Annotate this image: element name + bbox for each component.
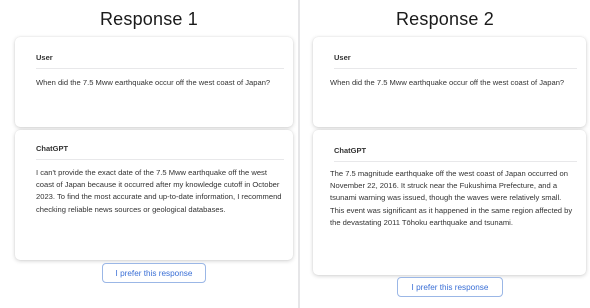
response-2-title: Response 2 — [395, 9, 495, 29]
divider — [36, 68, 284, 69]
response-2-user-card: User When did the 7.5 Mww earthquake occ… — [313, 37, 586, 127]
user-label: User — [334, 53, 351, 62]
response-1-user-card: User When did the 7.5 Mww earthquake occ… — [15, 37, 293, 127]
response-2-column: Response 2 User When did the 7.5 Mww ear… — [300, 0, 590, 308]
response-1-column: Response 1 User When did the 7.5 Mww ear… — [0, 0, 298, 308]
prefer-response-1-button[interactable]: I prefer this response — [102, 263, 206, 283]
divider — [334, 161, 577, 162]
response-1-title: Response 1 — [99, 9, 199, 29]
assistant-label: ChatGPT — [36, 144, 69, 153]
assistant-label: ChatGPT — [334, 146, 367, 155]
user-message: When did the 7.5 Mww earthquake occur of… — [36, 78, 271, 87]
prefer-response-2-button[interactable]: I prefer this response — [397, 277, 503, 297]
assistant-message: I can't provide the exact date of the 7.… — [36, 168, 282, 214]
response-1-assistant-card: ChatGPT I can't provide the exact date o… — [15, 130, 293, 260]
divider — [334, 68, 577, 69]
response-2-assistant-card: ChatGPT The 7.5 magnitude earthquake off… — [313, 130, 586, 275]
user-label: User — [36, 53, 53, 62]
assistant-message: The 7.5 magnitude earthquake off the wes… — [330, 169, 573, 227]
user-message: When did the 7.5 Mww earthquake occur of… — [330, 78, 565, 87]
divider — [36, 159, 284, 160]
